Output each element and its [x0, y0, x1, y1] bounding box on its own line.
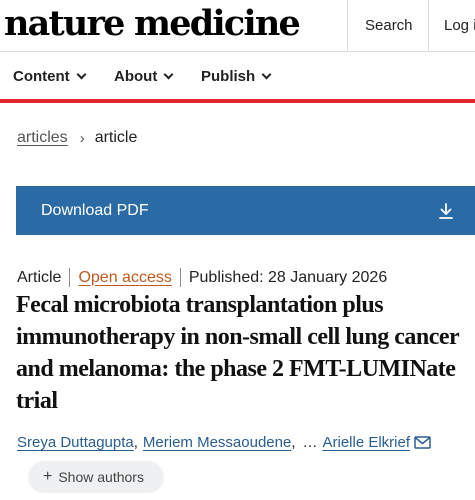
author-separator: ,: [291, 434, 296, 451]
article-title: Fecal microbiota transplantation plus im…: [16, 292, 459, 414]
meta-divider: [69, 268, 71, 287]
chevron-right-icon: ›: [79, 129, 85, 147]
meta-divider: [179, 268, 181, 287]
nav-item-label: Publish: [201, 67, 256, 85]
site-logo[interactable]: nature medicine: [4, 2, 301, 46]
chevron-down-icon: [261, 69, 272, 79]
search-link[interactable]: Search: [347, 0, 428, 51]
breadcrumb: articles › article: [17, 129, 137, 147]
login-link[interactable]: Log in: [428, 0, 475, 51]
breadcrumb-current: article: [94, 129, 138, 146]
author-list: Sreya Duttagupta , Meriem Messaoudene , …: [17, 434, 475, 451]
open-access-link[interactable]: Open access: [78, 269, 171, 287]
download-pdf-label: Download PDF: [41, 201, 149, 219]
mail-icon[interactable]: [414, 436, 431, 449]
nav-item-publish[interactable]: Publish: [201, 52, 272, 100]
show-authors-button[interactable]: + Show authors: [28, 461, 164, 493]
article-type: Article: [17, 268, 62, 286]
site-header: nature medicine Search Log in: [0, 0, 475, 52]
plus-icon: +: [43, 468, 53, 485]
chevron-down-icon: [76, 69, 87, 79]
breadcrumb-articles-link[interactable]: articles: [17, 129, 68, 147]
show-authors-label: Show authors: [58, 469, 144, 485]
author-link[interactable]: Meriem Messaoudene: [143, 434, 291, 451]
chevron-down-icon: [163, 69, 174, 79]
nav-item-content[interactable]: Content: [13, 52, 87, 100]
authors-ellipsis: …: [302, 434, 318, 451]
nav-item-label: Content: [13, 67, 70, 85]
author-link[interactable]: Sreya Duttagupta: [17, 434, 134, 451]
author-separator: ,: [133, 434, 138, 451]
download-pdf-button[interactable]: Download PDF: [16, 186, 475, 235]
published-date: Published: 28 January 2026: [188, 268, 388, 286]
nav-item-label: About: [114, 67, 158, 85]
download-icon: [439, 203, 453, 219]
article-meta: Article Open access Published: 28 Januar…: [17, 268, 387, 287]
author-link[interactable]: Arielle Elkrief: [323, 434, 411, 451]
main-nav: Content About Publish: [0, 52, 475, 103]
nav-item-about[interactable]: About: [114, 52, 174, 100]
